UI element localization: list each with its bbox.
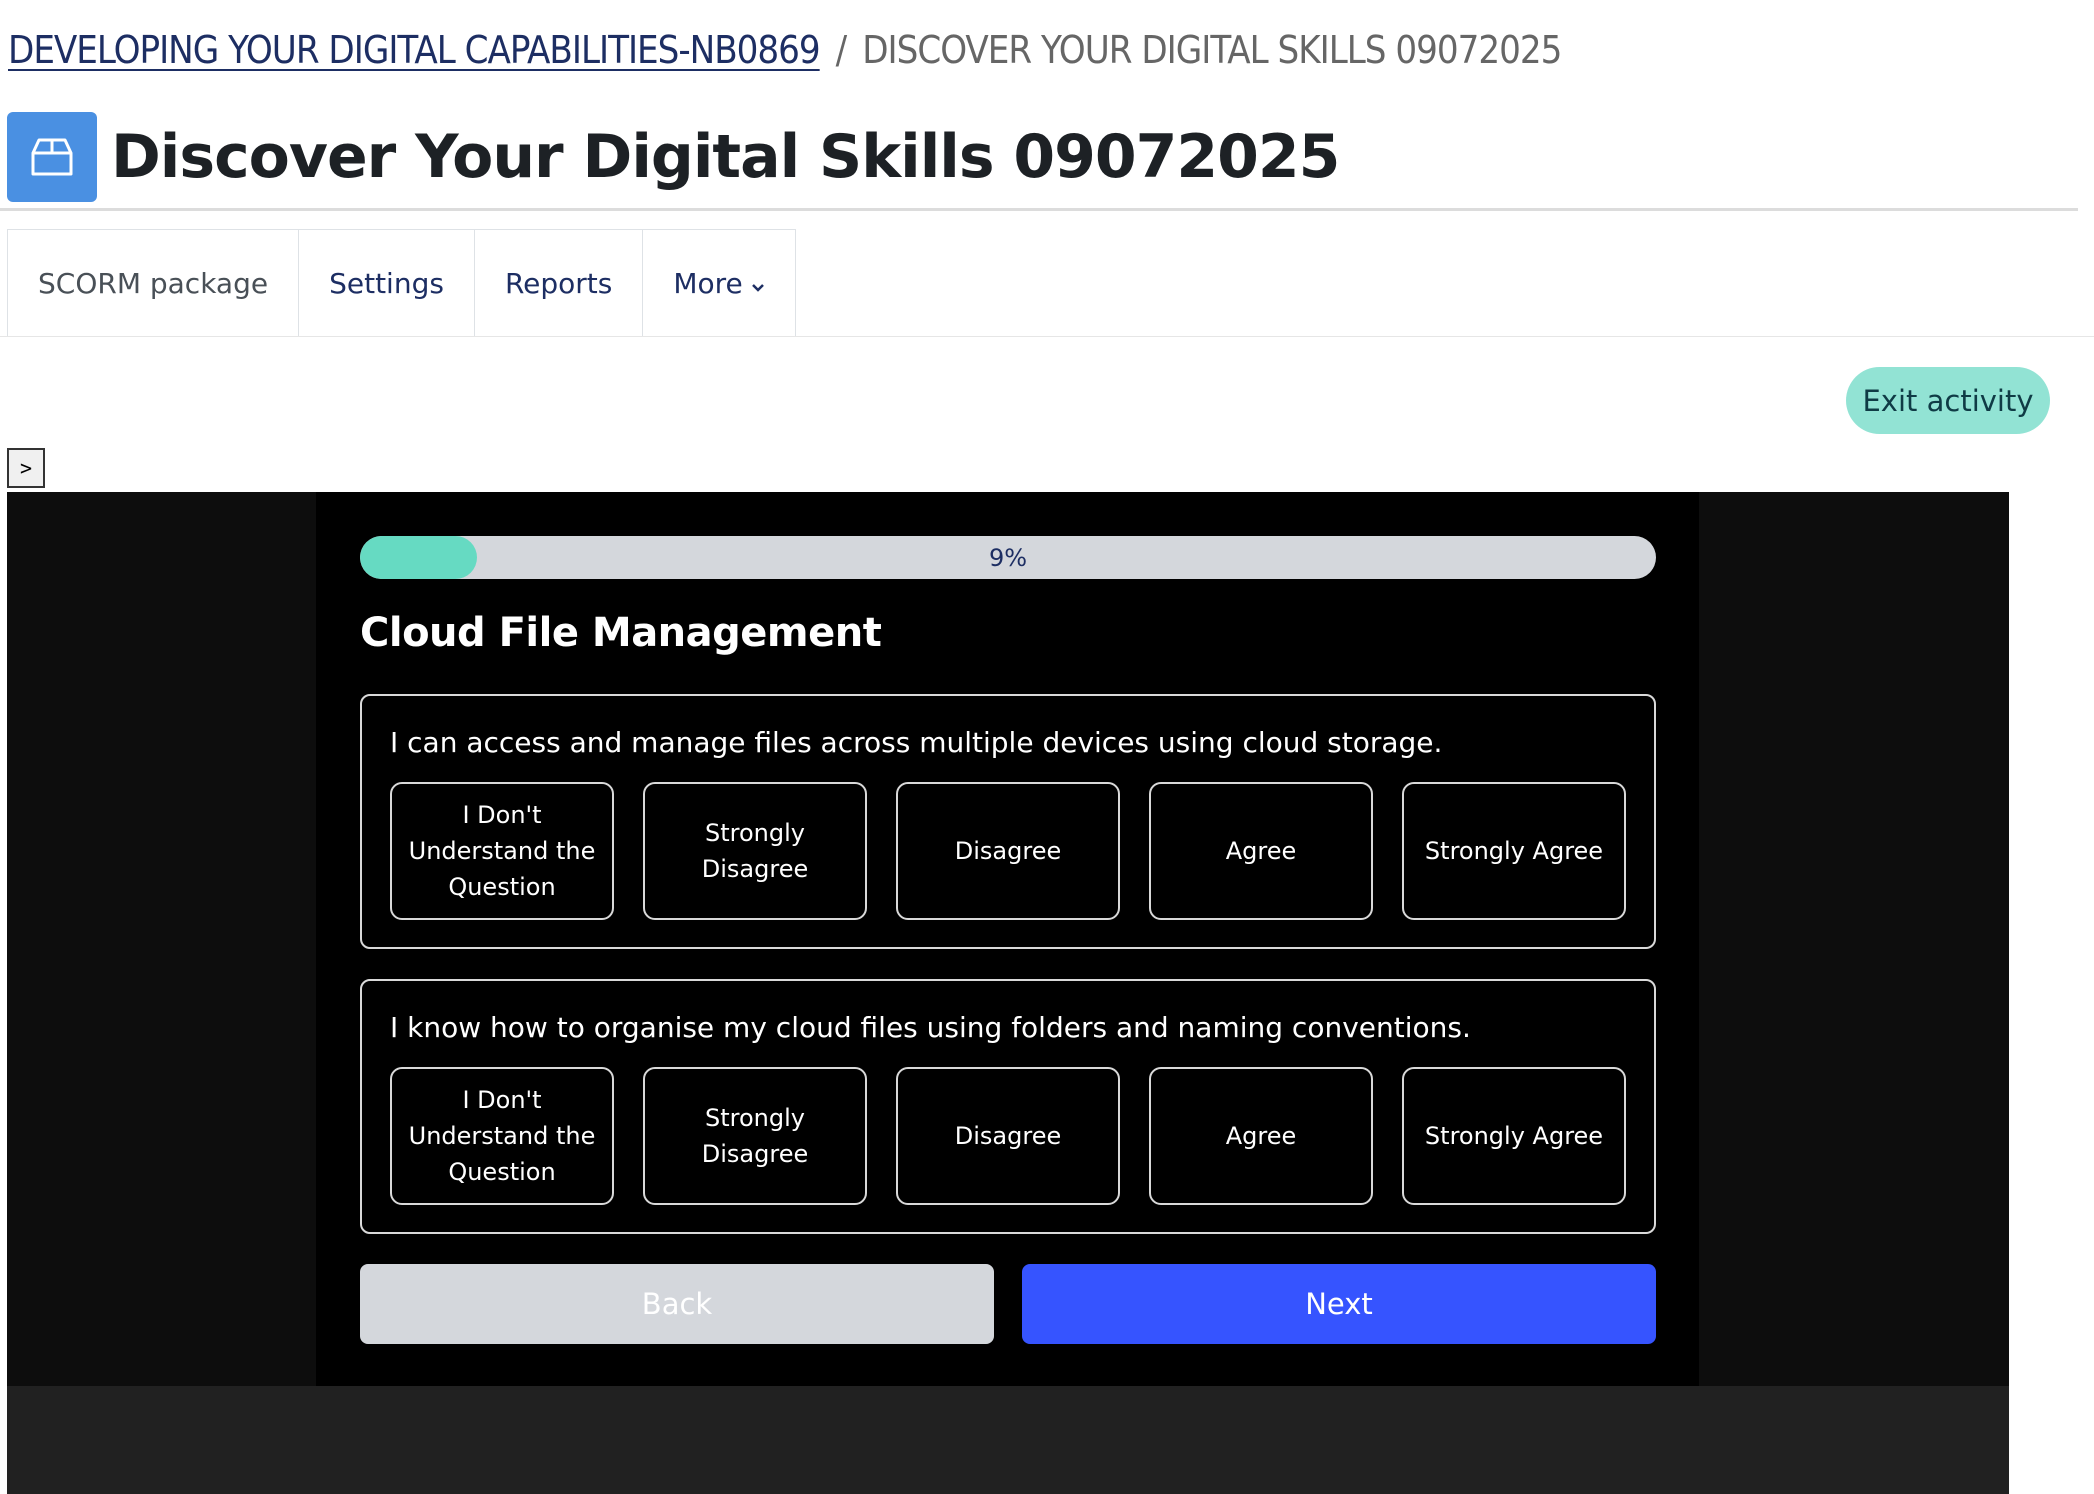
next-button[interactable]: Next [1022,1264,1656,1344]
breadcrumb-course-link[interactable]: DEVELOPING YOUR DIGITAL CAPABILITIES-NB0… [8,28,821,72]
progress-bar: 9% [360,536,1656,579]
answer-options: I Don't Understand the Question Strongly… [390,782,1626,920]
option-strongly-disagree[interactable]: Strongly Disagree [643,1067,867,1205]
question-text: I can access and manage files across mul… [390,726,1443,759]
breadcrumb-separator: / [835,28,847,72]
exit-activity-button[interactable]: Exit activity [1846,367,2050,434]
option-disagree[interactable]: Disagree [896,782,1120,920]
option-dont-understand[interactable]: I Don't Understand the Question [390,1067,614,1205]
option-disagree[interactable]: Disagree [896,1067,1120,1205]
chevron-down-icon [751,267,765,300]
breadcrumb: DEVELOPING YOUR DIGITAL CAPABILITIES-NB0… [8,20,1562,80]
header-divider [0,208,2078,211]
toc-toggle-button[interactable]: > [7,448,45,488]
question-text: I know how to organise my cloud files us… [390,1011,1471,1044]
option-agree[interactable]: Agree [1149,782,1373,920]
tabs-divider [0,336,2094,337]
tab-reports[interactable]: Reports [473,229,644,337]
option-agree[interactable]: Agree [1149,1067,1373,1205]
scorm-package-icon [7,112,97,202]
question-card: I know how to organise my cloud files us… [360,979,1656,1234]
question-card: I can access and manage files across mul… [360,694,1656,949]
tab-more[interactable]: More [642,229,796,337]
section-title: Cloud File Management [360,610,882,656]
option-strongly-agree[interactable]: Strongly Agree [1402,1067,1626,1205]
breadcrumb-current: DISCOVER YOUR DIGITAL SKILLS 09072025 [862,28,1562,72]
option-strongly-disagree[interactable]: Strongly Disagree [643,782,867,920]
scorm-player-footer [7,1386,2009,1494]
page-title: Discover Your Digital Skills 09072025 [111,122,1340,192]
survey-content: 9% Cloud File Management I can access an… [316,492,1699,1386]
tab-scorm-package[interactable]: SCORM package [7,229,300,337]
option-strongly-agree[interactable]: Strongly Agree [1402,782,1626,920]
tab-settings[interactable]: Settings [298,229,475,337]
page-header: Discover Your Digital Skills 09072025 [7,112,1340,202]
secondary-navigation: SCORM package Settings Reports More [7,229,796,337]
progress-label: 9% [988,543,1028,572]
answer-options: I Don't Understand the Question Strongly… [390,1067,1626,1205]
option-dont-understand[interactable]: I Don't Understand the Question [390,782,614,920]
back-button[interactable]: Back [360,1264,994,1344]
